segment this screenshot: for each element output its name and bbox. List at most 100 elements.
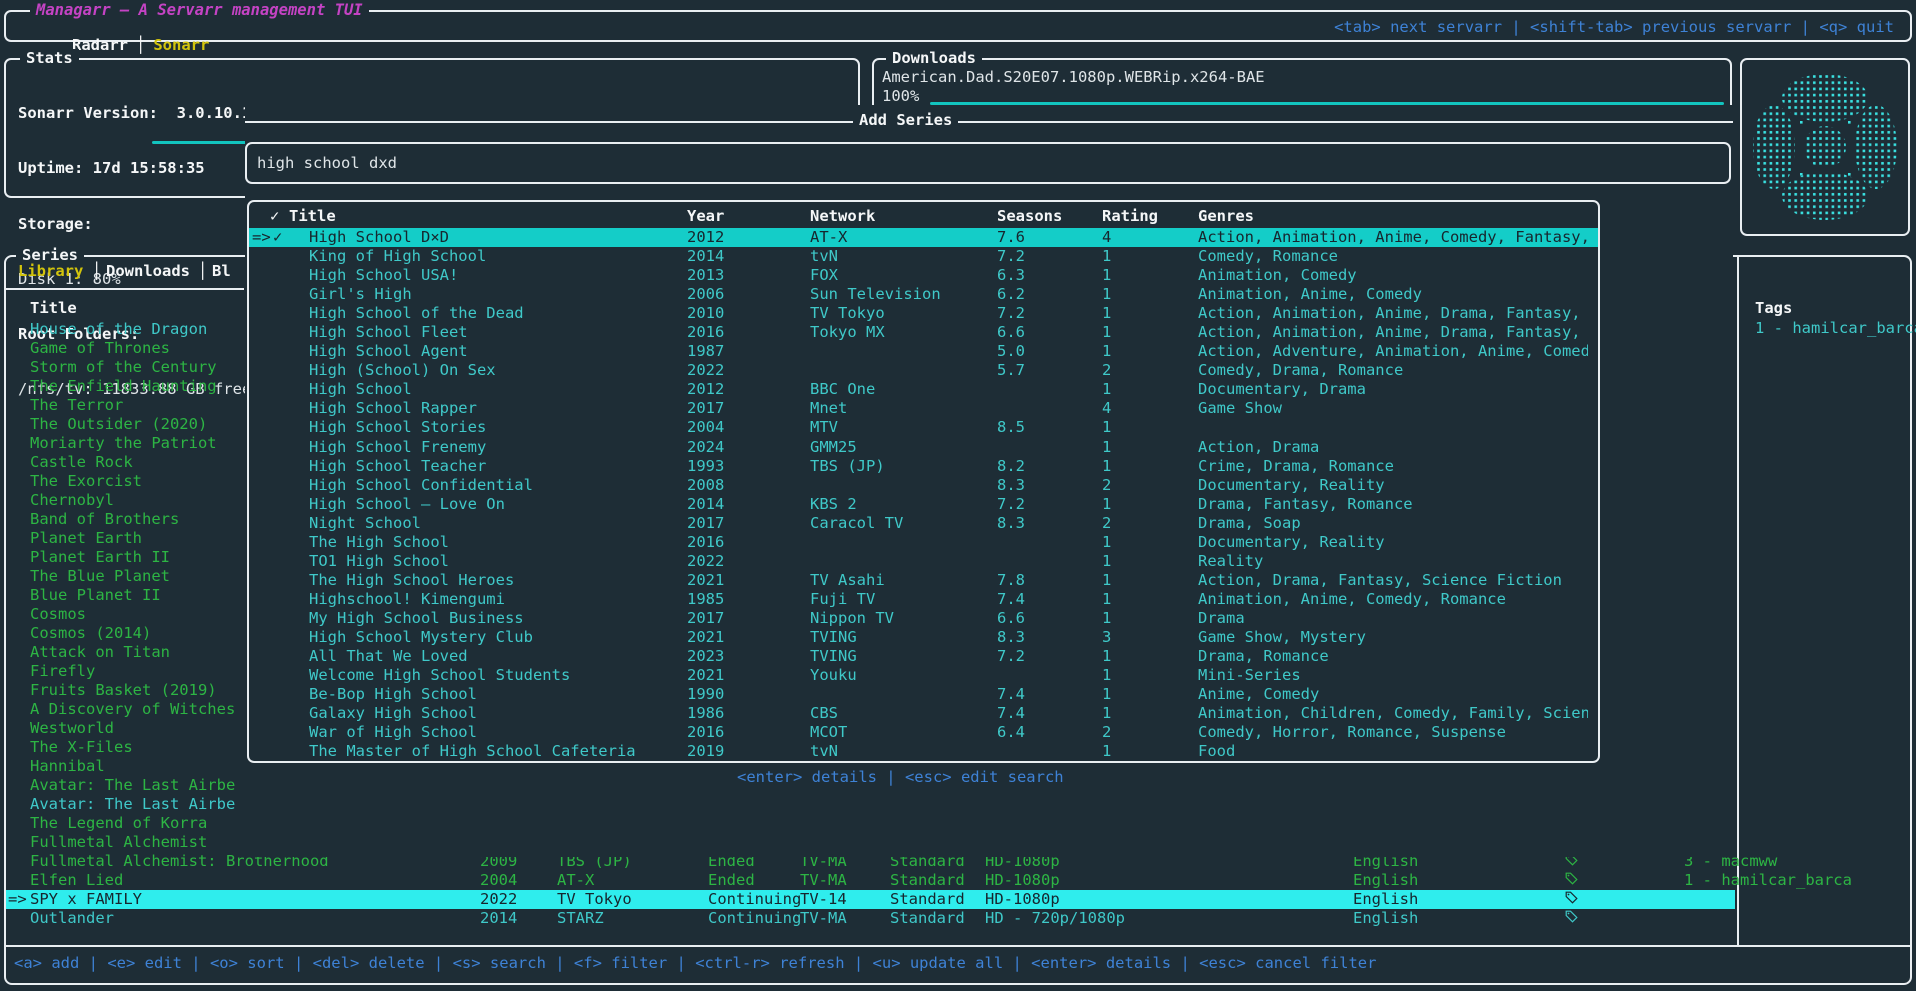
search-results-rows: => ✓ High School D×D 2012 AT-X 7.6 4 Act…: [249, 228, 1598, 761]
search-result-row[interactable]: High School Fleet 2016 Tokyo MX 6.6 1 Ac…: [249, 323, 1598, 342]
search-result-row[interactable]: The Master of High School Cafeteria 2019…: [249, 742, 1598, 761]
cell-title: Moriarty the Patriot: [30, 434, 217, 453]
cell-title: Galaxy High School: [309, 704, 477, 723]
tab-radarr[interactable]: Radarr: [72, 36, 128, 54]
managarr-logo-panel: [1740, 58, 1910, 236]
library-title-header: Title: [30, 299, 77, 317]
search-result-row[interactable]: High School Teacher 1993 TBS (JP) 8.2 1 …: [249, 457, 1598, 476]
search-result-row[interactable]: => ✓ High School D×D 2012 AT-X 7.6 4 Act…: [249, 228, 1598, 247]
cell-language: English: [1353, 890, 1418, 909]
cell-network: TV Tokyo: [557, 890, 632, 909]
cell-title: High (School) On Sex: [309, 361, 496, 380]
tab-sonarr[interactable]: Sonarr: [153, 36, 209, 54]
cell-certification: TV-14: [800, 890, 847, 909]
cell-title: The High School: [309, 533, 449, 552]
cell-rating: 4: [1102, 399, 1111, 418]
cell-title: The Exorcist: [30, 472, 142, 491]
search-result-row[interactable]: High (School) On Sex 2022 5.7 2 Comedy, …: [249, 361, 1598, 380]
cell-genres: Food: [1198, 742, 1588, 761]
search-result-row[interactable]: High School Agent 1987 5.0 1 Action, Adv…: [249, 342, 1598, 361]
search-result-row[interactable]: Highschool! Kimengumi 1985 Fuji TV 7.4 1…: [249, 590, 1598, 609]
cell-rating: 1: [1102, 704, 1111, 723]
cell-title: Welcome High School Students: [309, 666, 570, 685]
cell-year: 2016: [687, 723, 724, 742]
cell-title: High School Teacher: [309, 457, 486, 476]
search-result-row[interactable]: Night School 2017 Caracol TV 8.3 2 Drama…: [249, 514, 1598, 533]
library-row[interactable]: => SPY x FAMILY 2022 TV Tokyo Continuing…: [6, 890, 1735, 909]
search-result-row[interactable]: High School Confidential 2008 8.3 2 Docu…: [249, 476, 1598, 495]
cell-year: 2022: [480, 890, 517, 909]
cell-rating: 1: [1102, 418, 1111, 437]
search-result-row[interactable]: All That We Loved 2023 TVING 7.2 1 Drama…: [249, 647, 1598, 666]
sonarr-version: Sonarr Version: 3.0.10.1567: [18, 104, 279, 123]
cell-network: MCOT: [810, 723, 847, 742]
cell-year: 2004: [480, 871, 517, 890]
cell-title: The Master of High School Cafeteria: [309, 742, 636, 761]
search-results-table: ✓ Title Year Network Seasons Rating Genr…: [247, 200, 1600, 763]
cell-quality: HD-1080p: [985, 890, 1060, 909]
search-result-row[interactable]: The High School Heroes 2021 TV Asahi 7.8…: [249, 571, 1598, 590]
search-result-row[interactable]: Galaxy High School 1986 CBS 7.4 1 Animat…: [249, 704, 1598, 723]
cell-status: Continuing: [708, 890, 801, 909]
cell-rating: 4: [1102, 228, 1111, 247]
cell-seasons: 7.4: [997, 590, 1025, 609]
cell-genres: Action, Drama: [1198, 438, 1588, 457]
cell-title: High School Fleet: [309, 323, 468, 342]
cell-genres: Game Show, Mystery: [1198, 628, 1588, 647]
cell-rating: 3: [1102, 628, 1111, 647]
search-result-row[interactable]: War of High School 2016 MCOT 6.4 2 Comed…: [249, 723, 1598, 742]
cell-genres: Documentary, Reality: [1198, 476, 1588, 495]
library-row[interactable]: Outlander 2014 STARZ Continuing TV-MA St…: [6, 909, 1735, 928]
search-result-row[interactable]: Girl's High 2006 Sun Television 6.2 1 An…: [249, 285, 1598, 304]
search-result-row[interactable]: High School – Love On 2014 KBS 2 7.2 1 D…: [249, 495, 1598, 514]
tab-library[interactable]: Library: [18, 262, 83, 280]
search-result-row[interactable]: High School USA! 2013 FOX 6.3 1 Animatio…: [249, 266, 1598, 285]
selection-arrow: =>: [8, 890, 27, 909]
cell-network: AT-X: [810, 228, 847, 247]
tab-downloads[interactable]: Downloads: [106, 262, 190, 280]
search-result-row[interactable]: King of High School 2014 tvN 7.2 1 Comed…: [249, 247, 1598, 266]
series-tabs-underline: [6, 288, 244, 290]
cell-title: War of High School: [309, 723, 477, 742]
cell-rating: 1: [1102, 552, 1111, 571]
cell-seasons: 6.6: [997, 609, 1025, 628]
cell-title: High School – Love On: [309, 495, 505, 514]
in-library-check: ✓: [273, 228, 282, 247]
tag-icon: [1565, 890, 1578, 909]
cell-rating: 2: [1102, 514, 1111, 533]
search-result-row[interactable]: The High School 2016 1 Documentary, Real…: [249, 533, 1598, 552]
cell-network: Youku: [810, 666, 857, 685]
cell-seasons: 8.2: [997, 457, 1025, 476]
cell-rating: 1: [1102, 647, 1111, 666]
search-result-row[interactable]: My High School Business 2017 Nippon TV 6…: [249, 609, 1598, 628]
cell-seasons: 8.3: [997, 628, 1025, 647]
search-result-row[interactable]: Be-Bop High School 1990 7.4 1 Anime, Com…: [249, 685, 1598, 704]
search-result-row[interactable]: High School of the Dead 2010 TV Tokyo 7.…: [249, 304, 1598, 323]
tab-blocklist[interactable]: Bl: [212, 262, 231, 280]
header-rating: Rating: [1102, 207, 1158, 225]
cell-genres: Anime, Comedy: [1198, 685, 1588, 704]
cell-network: tvN: [810, 742, 838, 761]
search-result-row[interactable]: TO1 High School 2022 1 Reality: [249, 552, 1598, 571]
cell-title: Planet Earth II: [30, 548, 170, 567]
search-result-row[interactable]: High School Frenemy 2024 GMM25 1 Action,…: [249, 438, 1598, 457]
cell-rating: 1: [1102, 457, 1111, 476]
library-row[interactable]: Elfen Lied 2004 AT-X Ended TV-MA Standar…: [6, 871, 1735, 890]
cell-title: The X-Files: [30, 738, 133, 757]
search-result-row[interactable]: High School Stories 2004 MTV 8.5 1: [249, 418, 1598, 437]
cell-year: 2008: [687, 476, 724, 495]
cell-title: High School Mystery Club: [309, 628, 533, 647]
search-result-row[interactable]: High School Rapper 2017 Mnet 4 Game Show: [249, 399, 1598, 418]
search-result-row[interactable]: High School Mystery Club 2021 TVING 8.3 …: [249, 628, 1598, 647]
cell-title: High School Stories: [309, 418, 486, 437]
cell-genres: Drama, Fantasy, Romance: [1198, 495, 1588, 514]
search-result-row[interactable]: Welcome High School Students 2021 Youku …: [249, 666, 1598, 685]
search-result-row[interactable]: High School 2012 BBC One 1 Documentary, …: [249, 380, 1598, 399]
series-search-input[interactable]: high school dxd: [245, 142, 1731, 184]
header-network: Network: [810, 207, 875, 225]
cell-rating: 1: [1102, 685, 1111, 704]
selection-arrow: =>: [252, 228, 271, 247]
popup-title-line: [245, 121, 1733, 123]
cell-title: High School USA!: [309, 266, 458, 285]
cell-seasons: 6.2: [997, 285, 1025, 304]
